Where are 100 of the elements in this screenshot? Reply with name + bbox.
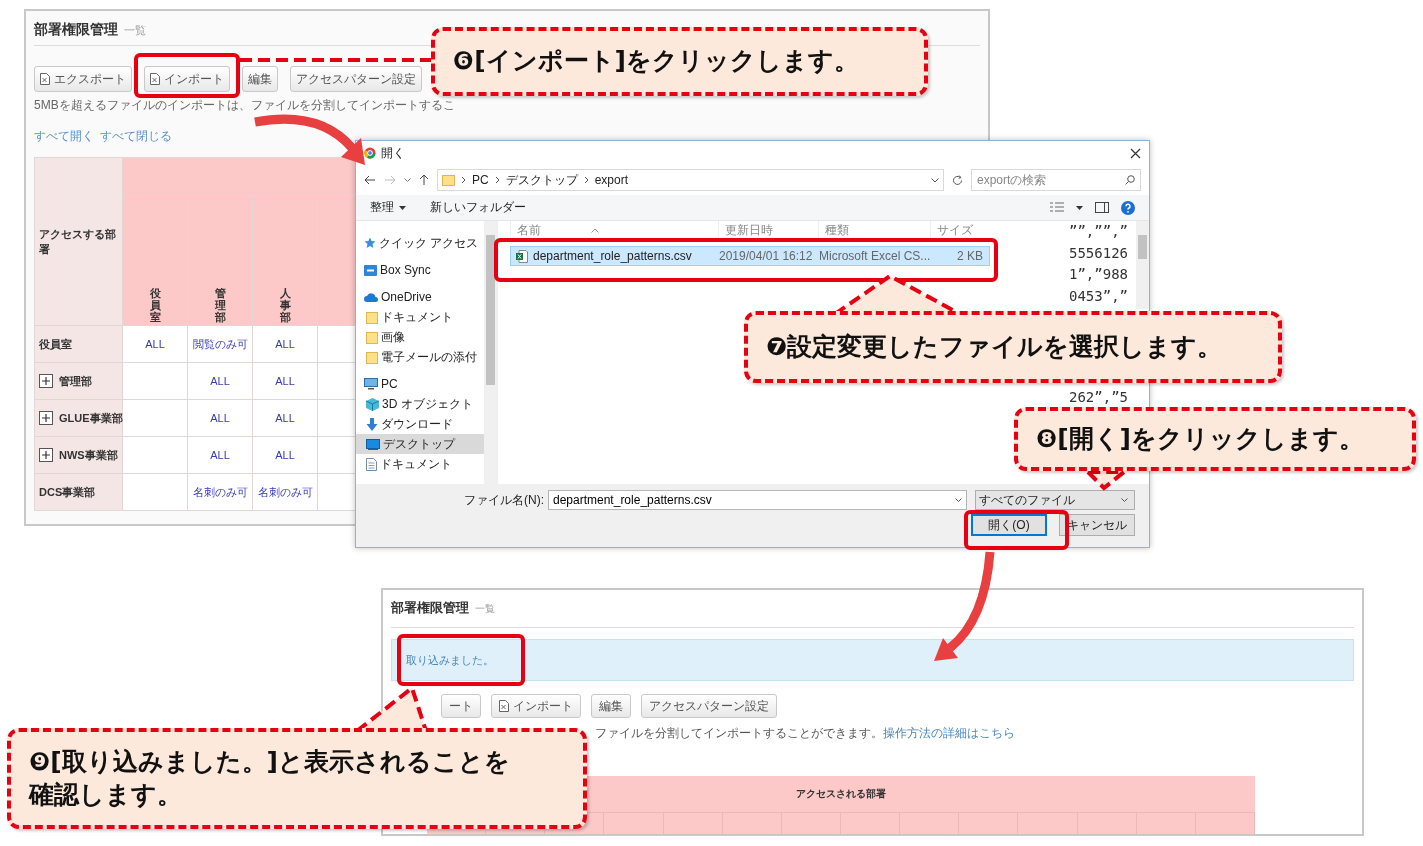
address-bar[interactable]: PC デスクトップ export (437, 169, 944, 191)
column-header[interactable]: 更新日時 (718, 221, 818, 240)
chevron-icon (494, 176, 500, 184)
toolbar-button[interactable]: 新しいフォルダー (430, 199, 526, 216)
plus-icon (42, 451, 50, 459)
folder-icon (442, 174, 455, 186)
expand-toggle[interactable] (39, 411, 53, 425)
filename-field[interactable]: department_role_patterns.csv (548, 490, 967, 510)
column-header[interactable]: サイズ (930, 221, 990, 240)
dialog-title: 開く (381, 144, 405, 162)
permission-link[interactable]: ALL (252, 362, 318, 400)
nav-item[interactable]: OneDrive (356, 287, 484, 307)
nav-item[interactable]: ドキュメント (356, 307, 484, 327)
scrollbar[interactable] (484, 221, 497, 484)
page-title: 部署権限管理 (391, 599, 469, 617)
nav-item[interactable]: PC (356, 374, 484, 394)
nav-item[interactable]: 画像 (356, 327, 484, 347)
permission-link[interactable]: ALL (187, 399, 253, 437)
permission-link[interactable]: ALL (187, 362, 253, 400)
nav-item[interactable]: 3D オブジェクト (356, 394, 484, 414)
star-icon (364, 237, 376, 249)
toolbar-button[interactable]: 編集 (242, 66, 278, 92)
file-date: 2019/04/01 16:12 (719, 249, 814, 263)
nav-item[interactable]: 電子メールの添付 (356, 347, 484, 367)
row-header: DCS事業部 (39, 484, 96, 500)
file-name: department_role_patterns.csv (533, 249, 692, 263)
breadcrumb-item[interactable]: PC (472, 173, 489, 187)
close-icon[interactable] (1130, 147, 1141, 159)
callout-text: ❽[開く]をクリックします。 (1036, 422, 1365, 455)
file-type-dropdown[interactable]: すべてのファイル (975, 490, 1135, 510)
row-header: 管理部 (59, 373, 92, 389)
document-icon (366, 457, 377, 471)
refresh-icon[interactable] (952, 174, 963, 186)
column-header: 役員室 (149, 286, 161, 323)
help-icon[interactable] (1121, 200, 1135, 215)
breadcrumb-item[interactable]: export (594, 173, 629, 187)
folder-icon (366, 330, 378, 344)
plus-icon (42, 414, 50, 422)
toolbar-button[interactable]: 編集 (591, 694, 631, 718)
column-header[interactable]: 名前 (510, 221, 718, 240)
permission-link[interactable]: ALL (252, 325, 318, 363)
file-size: 2 KB (956, 249, 984, 263)
nav-item[interactable]: デスクトップ (356, 434, 484, 454)
chevron-icon (461, 176, 466, 184)
permission-link[interactable]: ALL (252, 399, 318, 437)
toolbar-button[interactable]: ート (441, 694, 481, 718)
permission-link[interactable]: ALL (187, 436, 253, 474)
preview-pane-icon[interactable] (1095, 202, 1109, 213)
monitor-icon (366, 438, 380, 450)
up-arrow-icon[interactable] (419, 174, 429, 186)
browser-logo-icon (364, 147, 376, 159)
column-header[interactable]: 種類 (818, 221, 930, 240)
permission-link[interactable]: 閲覧のみ可 (187, 325, 253, 363)
chevron-icon (583, 176, 589, 184)
file-type: Microsoft Excel CS... (819, 249, 931, 263)
alert-message: 取り込みました。 (406, 652, 494, 668)
back-arrow-icon[interactable] (364, 175, 376, 185)
permission-link[interactable]: 名刺のみ可 (252, 473, 318, 511)
toolbar-button[interactable]: インポート (144, 66, 230, 92)
preview-text-line: ””,””,” (1069, 222, 1129, 241)
callout-text: ❼設定変更したファイルを選択します。 (766, 330, 1223, 363)
preview-text-line: 262”,”5 (1069, 388, 1129, 407)
page-subtitle: 一覧 (124, 23, 146, 38)
page-title: 部署権限管理 (34, 20, 118, 39)
dialog-button[interactable]: 開く(O) (971, 514, 1047, 536)
row-header: GLUE事業部 (59, 410, 123, 426)
cloud-icon (364, 292, 378, 302)
toolbar-button[interactable]: アクセスパターン設定 (641, 694, 777, 718)
toolbar-button[interactable]: エクスポート (34, 66, 132, 92)
cube-icon (366, 397, 379, 411)
nav-item[interactable]: ドキュメント (356, 454, 484, 474)
nav-item[interactable]: クイック アクセス (356, 233, 484, 253)
search-field[interactable]: exportの検索 (971, 169, 1141, 191)
dialog-button[interactable]: キャンセル (1059, 514, 1135, 536)
toolbar-button[interactable]: インポート (491, 694, 581, 718)
file-row[interactable]: department_role_patterns.csv 2019/04/01 16:12 Microsoft Excel CS... 2 KB (510, 246, 990, 266)
breadcrumb-item[interactable]: デスクトップ (505, 171, 578, 189)
scrollbar[interactable] (1136, 221, 1149, 309)
nav-item[interactable]: ダウンロード (356, 414, 484, 434)
permission-link[interactable]: ALL (122, 325, 188, 363)
permission-link[interactable]: 名刺のみ可 (187, 473, 253, 511)
permission-link[interactable]: ALL (252, 436, 318, 474)
search-icon (1125, 175, 1135, 185)
plus-icon (42, 377, 50, 385)
expand-toggle[interactable] (39, 374, 53, 388)
spreadsheet-file-icon (516, 249, 528, 263)
caret-icon[interactable] (1076, 205, 1083, 210)
row-header: NWS事業部 (59, 447, 118, 463)
toolbar-button[interactable]: 整理 (370, 199, 406, 216)
caret-icon (955, 498, 962, 502)
caret-icon (399, 205, 406, 210)
sort-caret-icon (591, 228, 599, 233)
expand-toggle[interactable] (39, 448, 53, 462)
dropdown-caret-icon[interactable] (931, 177, 939, 183)
nav-item[interactable]: Box Sync (356, 260, 484, 280)
help-link[interactable]: 操作方法の詳細はこちら (883, 726, 1015, 740)
toolbar-button[interactable]: アクセスパターン設定 (290, 66, 422, 92)
callout-text: ❾[取り込みました。]と表示されることを確認します。 (29, 746, 512, 811)
folder-icon (366, 350, 378, 364)
preview-text-line: 5556126 (1069, 243, 1129, 263)
